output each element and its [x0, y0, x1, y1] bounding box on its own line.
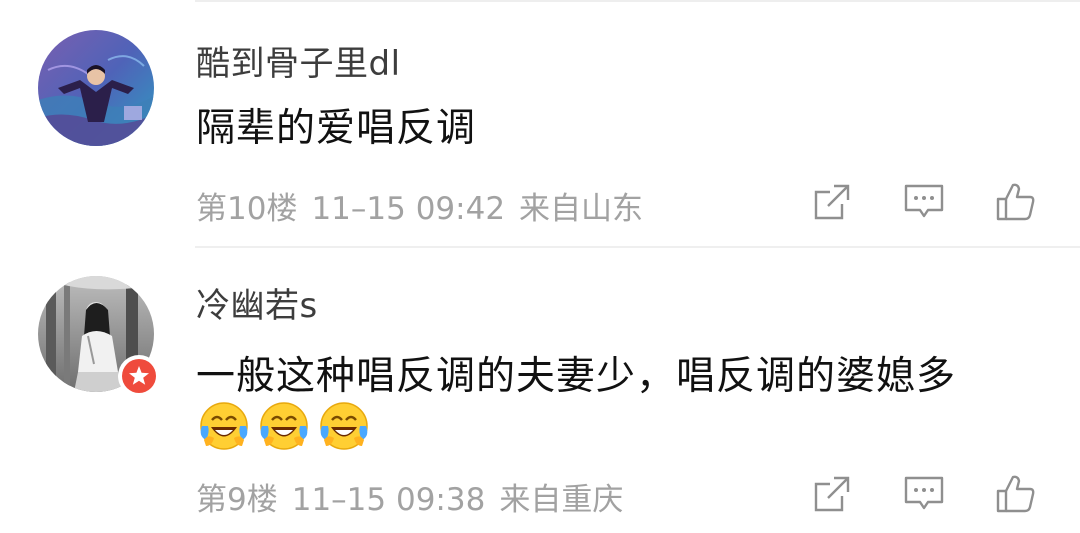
- user-avatar[interactable]: [38, 30, 154, 146]
- comment-time: 11–15 09:38: [291, 482, 486, 518]
- comment-username[interactable]: 酷到骨子里dl: [196, 36, 401, 85]
- floor-number: 第10楼: [196, 191, 298, 227]
- comment-location: 来自重庆: [499, 482, 624, 518]
- share-button[interactable]: [808, 178, 856, 226]
- share-icon: [814, 184, 850, 220]
- like-button[interactable]: [992, 470, 1040, 518]
- comment-location: 来自山东: [519, 191, 644, 227]
- verified-badge: [118, 355, 160, 397]
- comment-item: 酷到骨子里dl 隔辈的爱唱反调 第10楼 11–15 09:42 来自山东: [0, 0, 1080, 248]
- share-icon: [814, 476, 850, 512]
- comment-time: 11–15 09:42: [311, 191, 506, 227]
- comment-meta: 第10楼 11–15 09:42 来自山东: [196, 183, 643, 228]
- like-button[interactable]: [992, 178, 1040, 226]
- reply-button[interactable]: [900, 178, 948, 226]
- laugh-cry-emoji: [200, 402, 248, 450]
- comment-meta: 第9楼 11–15 09:38 来自重庆: [196, 474, 623, 519]
- comment-actions: [808, 470, 1040, 518]
- comment-text: 一般这种唱反调的夫妻少，唱反调的婆媳多: [196, 354, 957, 399]
- comment-username[interactable]: 冷幽若s: [196, 278, 318, 327]
- reply-comment-icon: [904, 184, 944, 218]
- laugh-cry-emoji: [320, 402, 368, 450]
- like-thumb-icon: [996, 183, 1035, 221]
- floor-number: 第9楼: [196, 482, 278, 518]
- comment-item: 冷幽若s 一般这种唱反调的夫妻少，唱反调的婆媳多 第9楼 11–15 09:38…: [0, 248, 1080, 533]
- comment-actions: [808, 178, 1040, 226]
- reply-comment-icon: [904, 476, 944, 510]
- reply-button[interactable]: [900, 470, 948, 518]
- avatar-image: [38, 30, 154, 146]
- star-badge-icon: [129, 366, 149, 385]
- share-button[interactable]: [808, 470, 856, 518]
- comment-text: 隔辈的爱唱反调: [196, 106, 477, 151]
- emoji-row: [198, 400, 370, 452]
- like-thumb-icon: [996, 475, 1035, 513]
- laugh-cry-emoji: [260, 402, 308, 450]
